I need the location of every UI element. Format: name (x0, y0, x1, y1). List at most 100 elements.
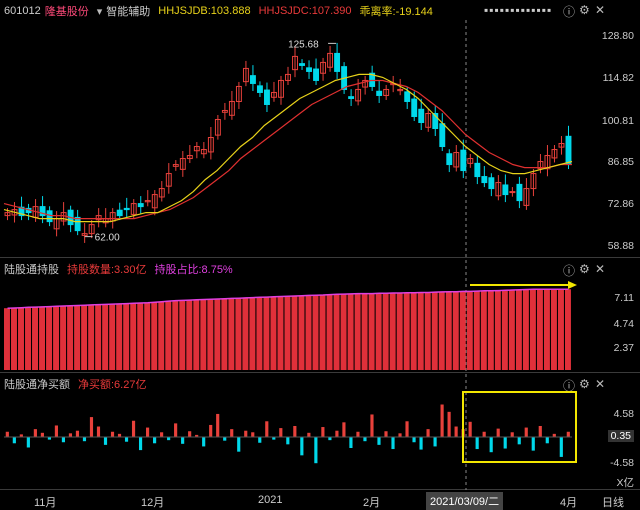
holding-bar (186, 300, 193, 370)
holding-bar (109, 304, 116, 370)
netbuy-bar (454, 426, 458, 437)
holding-bar (242, 297, 249, 370)
netbuy-bar (293, 425, 297, 437)
netbuy-bar (559, 437, 563, 457)
netbuy-bar (489, 437, 493, 453)
netbuy-bar (209, 424, 213, 437)
holding-bar (466, 291, 473, 370)
holding-bar (501, 290, 508, 370)
holding-bar (4, 308, 10, 370)
holding-bar (74, 305, 81, 370)
holding-bar (487, 290, 494, 370)
holding-bar (396, 293, 403, 370)
netbuy-bar (349, 437, 353, 449)
candle-body (123, 207, 130, 211)
holding-bar (158, 301, 165, 370)
holding-bar (473, 291, 480, 370)
netbuy-bar (321, 427, 325, 437)
holding-bar (214, 298, 221, 370)
candle-body (516, 183, 523, 202)
holding-bar (270, 296, 277, 370)
holding-bar (368, 293, 375, 370)
holding-bar (326, 294, 333, 370)
netbuy-bar (237, 437, 241, 452)
netbuy-bar (391, 437, 395, 450)
netbuy-bar (40, 432, 44, 437)
candle-body (348, 96, 355, 99)
netbuy-bar (265, 421, 269, 437)
candle-body (474, 162, 481, 178)
candle-body (46, 210, 53, 223)
netbuy-bar (103, 437, 108, 445)
trend-arrow-head (568, 281, 577, 289)
holding-bar (438, 291, 445, 370)
holding-bar (172, 300, 179, 370)
holding-bar (179, 300, 186, 370)
netbuy-bar (160, 432, 164, 437)
netbuy-bar (5, 431, 9, 437)
holding-bar (39, 306, 46, 370)
netbuy-bar (202, 437, 206, 447)
netbuy-bar (75, 430, 80, 437)
holding-bar (354, 293, 361, 370)
netbuy-bar (146, 427, 150, 437)
netbuy-bar (82, 437, 87, 442)
holding-bar (291, 296, 298, 370)
netbuy-bar (342, 422, 346, 437)
holding-bar (235, 298, 242, 370)
holding-bar (319, 294, 326, 370)
netbuy-bar (258, 437, 262, 443)
candle-body (249, 75, 256, 84)
candle-body (74, 216, 81, 232)
netbuy-bar (54, 425, 58, 437)
netbuy-bar (307, 432, 311, 437)
holding-bar (403, 292, 410, 370)
holding-bar (417, 292, 424, 370)
holding-bar (550, 289, 557, 370)
holding-bar (522, 289, 529, 370)
candle-body (411, 98, 418, 117)
stock-chart[interactable]: 125.68 62.00 (0, 0, 640, 509)
holding-bar (18, 307, 24, 370)
netbuy-bar (153, 437, 157, 444)
candle-body (418, 108, 425, 123)
holding-bar (228, 298, 235, 370)
candle-body (404, 91, 411, 102)
netbuy-bar (377, 437, 381, 445)
holding-bar (221, 298, 228, 370)
holding-bar (263, 297, 270, 370)
netbuy-bar (475, 437, 479, 450)
netbuy-bar (279, 428, 283, 437)
candle-body (460, 149, 467, 172)
candle-body (313, 68, 320, 81)
holding-bar (480, 290, 487, 370)
netbuy-bar (447, 411, 451, 437)
holding-bar (361, 293, 368, 370)
holding-bar (88, 304, 95, 370)
holding-bar (193, 299, 200, 370)
holding-bar (151, 302, 158, 370)
netbuy-bar (26, 437, 30, 448)
holding-bar (116, 303, 123, 370)
ma-yellow-line (3, 73, 573, 223)
holding-bar (340, 294, 347, 370)
holding-bar (11, 307, 17, 370)
netbuy-bar (426, 429, 430, 437)
netbuy-bar (356, 431, 360, 437)
netbuy-bar (412, 437, 416, 443)
holding-bar (200, 299, 207, 370)
netbuy-bar (251, 432, 255, 437)
holding-bar (144, 302, 151, 370)
holding-bar (536, 289, 543, 370)
netbuy-bar (131, 420, 136, 437)
netbuy-bar (468, 421, 472, 437)
netbuy-bar (335, 430, 339, 437)
holding-bar (53, 306, 60, 370)
netbuy-bar (482, 431, 486, 437)
holding-bar (431, 292, 438, 370)
netbuy-bar (110, 431, 115, 437)
netbuy-bar (517, 437, 521, 445)
netbuy-bar (370, 414, 374, 437)
holding-bar (557, 289, 564, 370)
netbuy-bar (216, 413, 220, 437)
